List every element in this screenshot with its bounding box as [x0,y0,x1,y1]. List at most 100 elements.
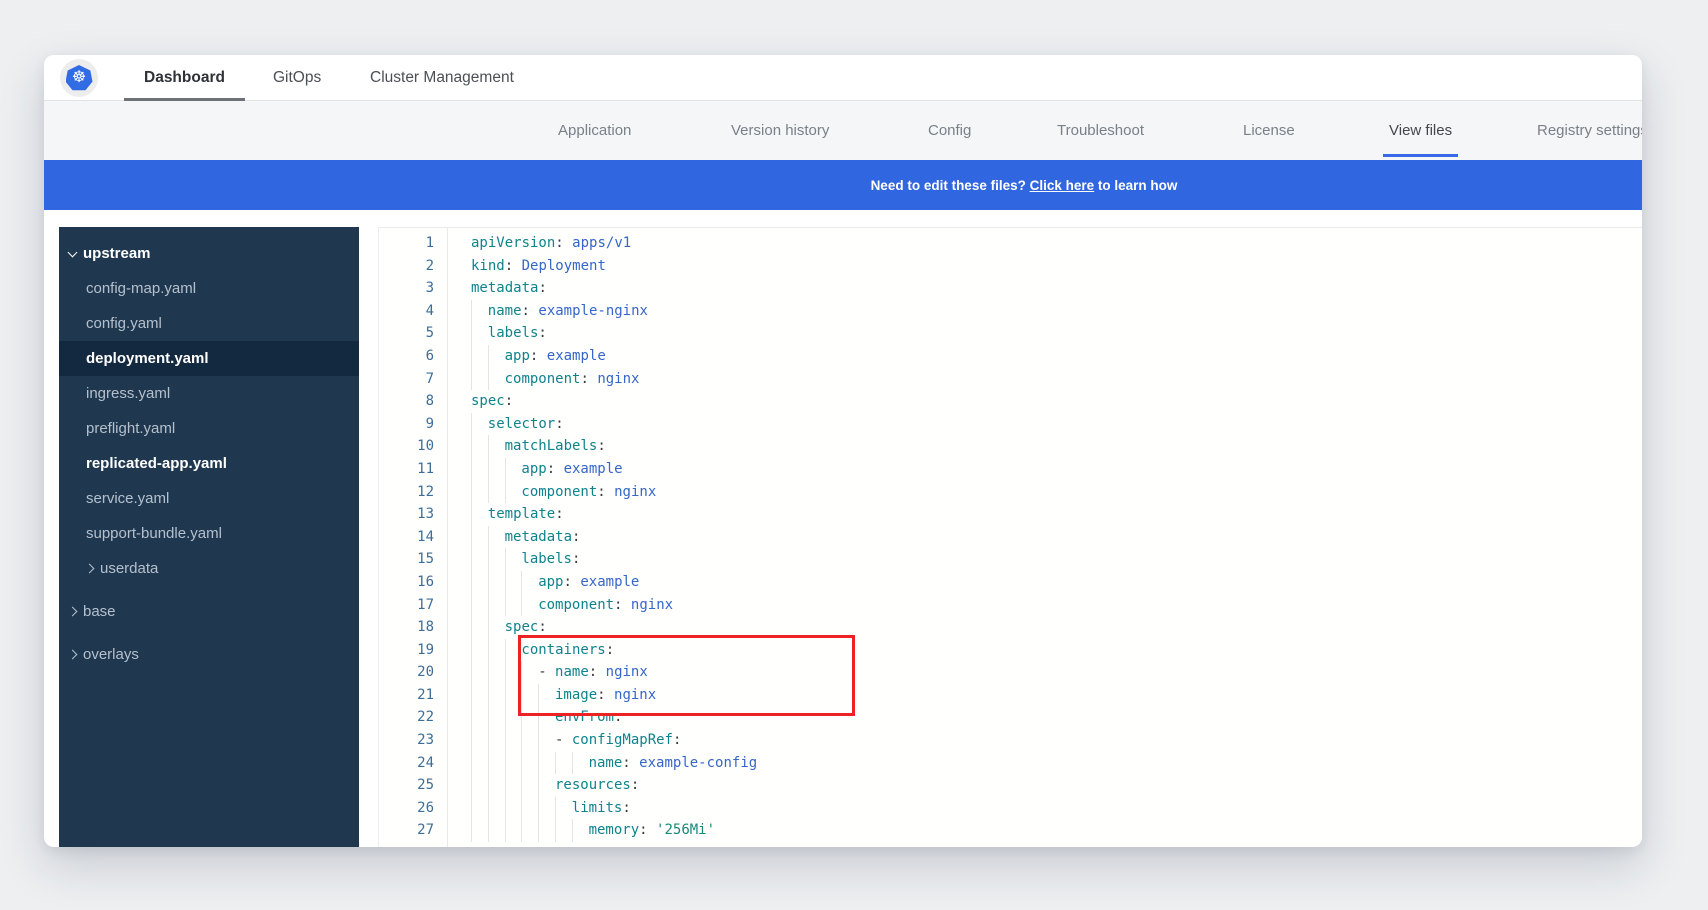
tree-file-support-bundle-yaml[interactable]: support-bundle.yaml [59,516,359,551]
topnav-tab-dashboard[interactable]: Dashboard [144,55,225,101]
line-number: 23 [379,729,447,752]
indent-guide [505,819,522,842]
tree-folder-upstream[interactable]: upstream [59,236,359,271]
yaml-file-viewer[interactable]: 1234567891011121314151617181920212223242… [378,227,1642,847]
indent-guide [521,774,538,797]
code-line-14: metadata: [471,526,1642,549]
tree-folder-base[interactable]: base [59,594,359,629]
banner-text-before: Need to edit these files? [871,178,1030,193]
tree-file-deployment-yaml[interactable]: deployment.yaml [59,341,359,376]
indent-guide [488,797,505,820]
indent-guide [505,458,522,481]
indent-guide [555,819,572,842]
kubernetes-logo[interactable]: ☸ [60,59,98,97]
line-number: 18 [379,616,447,639]
indent-guide [521,706,538,729]
chevron-right-icon [68,607,78,617]
indent-guide [488,481,505,504]
indent-guide [471,413,488,436]
indent-guide [505,639,522,662]
chevron-right-icon [85,564,95,574]
tree-folder-userdata[interactable]: userdata [59,551,359,586]
tree-item-label: base [83,603,116,620]
line-number: 17 [379,594,447,617]
indent-guide [488,594,505,617]
code-line-13: template: [471,503,1642,526]
indent-guide [471,526,488,549]
code-line-9: selector: [471,413,1642,436]
indent-guide [488,526,505,549]
indent-guide [488,729,505,752]
subnav-tab-troubleshoot[interactable]: Troubleshoot [1057,101,1144,160]
indent-guide [488,684,505,707]
indent-guide [488,639,505,662]
tree-folder-overlays[interactable]: overlays [59,637,359,672]
indent-guide [471,368,488,391]
indent-guide [488,435,505,458]
indent-guide [488,774,505,797]
indent-guide [505,684,522,707]
tree-file-preflight-yaml[interactable]: preflight.yaml [59,411,359,446]
subnav-tab-version-history[interactable]: Version history [731,101,829,160]
indent-guide [471,300,488,323]
tree-file-replicated-app-yaml[interactable]: replicated-app.yaml [59,446,359,481]
tree-file-config-map-yaml[interactable]: config-map.yaml [59,271,359,306]
tree-item-label: support-bundle.yaml [86,525,222,542]
code-line-24: name: example-config [471,752,1642,775]
line-number: 9 [379,413,447,436]
chevron-down-icon [68,247,78,257]
top-navbar: ☸ Dashboard GitOps Cluster Management [44,55,1642,101]
indent-guide [505,729,522,752]
line-number: 21 [379,684,447,707]
indent-guide [538,797,555,820]
banner-click-here-link[interactable]: Click here [1030,178,1095,193]
indent-guide [521,684,538,707]
file-tree-sidebar: upstream config-map.yamlconfig.yaml deploy… [59,227,359,847]
line-number: 15 [379,548,447,571]
code-line-15: labels: [471,548,1642,571]
code-line-10: matchLabels: [471,435,1642,458]
subnav-tab-license[interactable]: License [1243,101,1295,160]
tree-file-service-yaml[interactable]: service.yaml [59,481,359,516]
tree-file-ingress-yaml[interactable]: ingress.yaml [59,376,359,411]
code-line-1: apiVersion: apps/v1 [471,232,1642,255]
indent-guide [572,752,589,775]
line-number: 5 [379,322,447,345]
indent-guide [572,819,589,842]
subnav-tab-config[interactable]: Config [928,101,971,160]
code-line-12: component: nginx [471,481,1642,504]
code-line-16: app: example [471,571,1642,594]
line-number: 26 [379,797,447,820]
indent-guide [488,345,505,368]
line-number: 7 [379,368,447,391]
indent-guide [538,774,555,797]
indent-guide [471,752,488,775]
indent-guide [471,571,488,594]
line-number: 6 [379,345,447,368]
indent-guide [505,752,522,775]
code-line-21: image: nginx [471,684,1642,707]
indent-guide [471,322,488,345]
line-number: 2 [379,255,447,278]
subnav-tab-view-files[interactable]: View files [1389,101,1452,160]
indent-guide [521,729,538,752]
subnav-tab-application[interactable]: Application [558,101,631,160]
tree-item-label: ingress.yaml [86,385,170,402]
topnav-tab-gitops[interactable]: GitOps [273,55,321,101]
line-number: 4 [379,300,447,323]
tree-item-label: deployment.yaml [86,350,209,367]
code-line-19: containers: [471,639,1642,662]
indent-guide [471,503,488,526]
indent-guide [521,661,538,684]
tree-item-label: upstream [83,245,151,262]
code-line-27: memory: '256Mi' [471,819,1642,842]
code-line-20: - name: nginx [471,661,1642,684]
tree-item-label: userdata [100,560,158,577]
tree-file-config-yaml[interactable]: config.yaml [59,306,359,341]
indent-guide [505,571,522,594]
indent-guide [471,481,488,504]
indent-guide [488,616,505,639]
subnav-tab-registry-settings[interactable]: Registry settings [1537,101,1642,160]
indent-guide [505,548,522,571]
topnav-tab-cluster-management[interactable]: Cluster Management [370,55,514,101]
